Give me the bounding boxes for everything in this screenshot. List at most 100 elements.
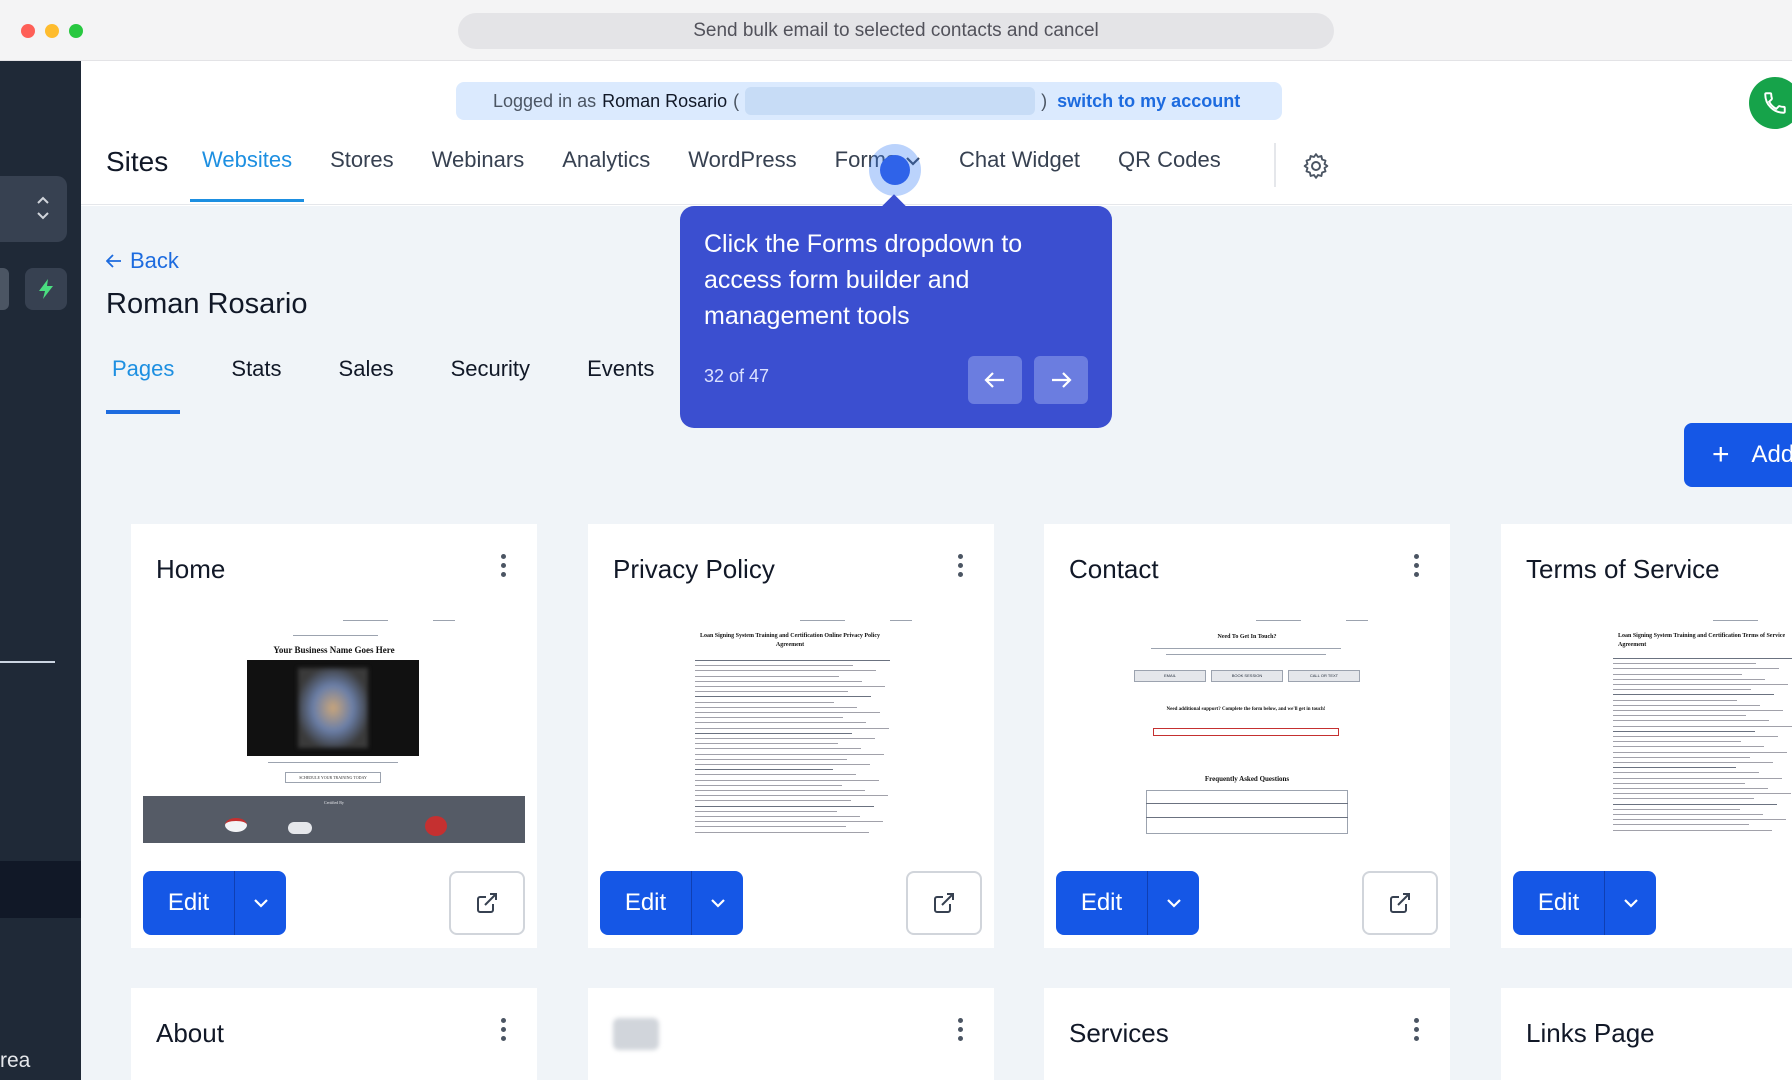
more-options-icon[interactable] — [501, 1018, 507, 1045]
edit-button[interactable]: Edit — [143, 871, 235, 935]
preview-text-line — [1613, 793, 1791, 795]
edit-button[interactable]: Edit — [1513, 871, 1605, 935]
next-step-button[interactable] — [1034, 356, 1088, 404]
impersonated-user-name: Roman Rosario — [602, 90, 728, 111]
close-window-button[interactable] — [21, 24, 35, 38]
preview-text-line — [1613, 710, 1783, 711]
open-external-button[interactable] — [449, 871, 525, 935]
tab-stats[interactable]: Stats — [225, 356, 287, 414]
preview-text-line — [1613, 814, 1763, 815]
sidebar-bottom-label: rea — [0, 1049, 31, 1072]
preview-text-line — [695, 805, 874, 807]
external-link-icon — [1390, 893, 1410, 913]
preview-text-line — [1613, 663, 1756, 665]
tab-sales[interactable]: Sales — [333, 356, 400, 414]
preview-footer: Certified By — [143, 796, 525, 843]
close-paren: ) — [1041, 90, 1048, 111]
edit-dropdown-button[interactable] — [1605, 871, 1656, 935]
arrow-right-icon — [1052, 372, 1072, 388]
switch-account-link[interactable]: switch to my account — [1057, 91, 1240, 112]
preview-text-line — [1613, 668, 1779, 670]
page-card-services: Services — [1044, 988, 1450, 1080]
quick-actions-button[interactable] — [25, 268, 67, 310]
previous-step-button[interactable] — [968, 356, 1022, 404]
browser-titlebar: Send bulk email to selected contacts and… — [0, 0, 1792, 61]
top-navigation: Websites Stores Webinars Analytics WordP… — [189, 147, 1259, 202]
preview-text-line — [695, 743, 838, 745]
maximize-window-button[interactable] — [69, 24, 83, 38]
chevron-down-icon — [1166, 899, 1181, 908]
preview-text-line — [695, 675, 839, 677]
preview-text-line — [695, 691, 848, 693]
page-preview[interactable]: Your Business Name Goes Here SCHEDULE YO… — [143, 610, 525, 843]
edit-button[interactable]: Edit — [1056, 871, 1148, 935]
open-external-button[interactable] — [1362, 871, 1438, 935]
card-title: Contact — [1069, 554, 1159, 584]
nav-webinars[interactable]: Webinars — [432, 147, 525, 202]
tab-pages[interactable]: Pages — [106, 356, 181, 414]
preview-text-line — [695, 680, 862, 682]
tooltip-step-counter: 32 of 47 — [704, 366, 770, 386]
page-preview[interactable]: Need To Get In Touch? EMAIL BOOK SESSION… — [1056, 610, 1438, 843]
page-card-terms-of-service: Terms of Service Loan Signing System Tra… — [1501, 524, 1792, 948]
chevron-down-icon — [1623, 899, 1638, 908]
preview-text-line — [695, 790, 865, 791]
chevron-down-icon — [253, 899, 268, 908]
preview-text-line — [1613, 798, 1754, 800]
nav-wordpress[interactable]: WordPress — [688, 147, 796, 202]
preview-text-line — [695, 701, 834, 703]
nav-stores[interactable]: Stores — [330, 147, 394, 202]
preview-text-line — [695, 665, 853, 667]
more-options-icon[interactable] — [501, 554, 507, 581]
gear-icon[interactable] — [1301, 151, 1331, 181]
preview-text-line — [1613, 772, 1759, 774]
preview-text-line — [695, 800, 851, 802]
open-external-button[interactable] — [906, 871, 982, 935]
nav-qr-codes[interactable]: QR Codes — [1118, 147, 1221, 202]
edit-dropdown-button[interactable] — [1148, 871, 1199, 935]
preview-text-line — [1613, 673, 1742, 675]
add-page-button[interactable]: + Add — [1684, 423, 1792, 487]
preview-heading: Your Business Name Goes Here — [273, 645, 395, 655]
preview-text-line — [695, 696, 871, 698]
impersonation-prefix: Logged in as — [493, 90, 597, 111]
more-options-icon[interactable] — [958, 554, 964, 581]
edit-dropdown-button[interactable] — [692, 871, 743, 935]
preview-text-line — [695, 826, 846, 828]
card-title-redacted — [613, 1018, 659, 1050]
more-options-icon[interactable] — [1414, 1018, 1420, 1045]
page-preview[interactable]: Loan Signing System Training and Certifi… — [1513, 610, 1792, 843]
preview-text-line — [695, 784, 842, 786]
page-preview[interactable]: Loan Signing System Training and Certifi… — [600, 610, 982, 843]
preview-text-line — [695, 748, 861, 750]
card-title: Links Page — [1526, 1018, 1655, 1048]
preview-text-line — [695, 758, 847, 760]
preview-text-line — [695, 810, 837, 812]
tab-security[interactable]: Security — [445, 356, 536, 414]
open-paren: ( — [733, 90, 740, 111]
subtabs: Pages Stats Sales Security Events S — [106, 356, 777, 414]
sidebar-item-active[interactable] — [0, 861, 81, 918]
preview-text-line — [695, 769, 833, 771]
nav-websites[interactable]: Websites — [189, 147, 305, 202]
sidebar-item[interactable] — [0, 268, 9, 310]
phone-button[interactable] — [1749, 77, 1792, 129]
more-options-icon[interactable] — [958, 1018, 964, 1045]
minimize-window-button[interactable] — [45, 24, 59, 38]
preview-text-line — [695, 722, 866, 724]
phone-icon — [1764, 92, 1786, 114]
preview-text-line — [1613, 694, 1774, 696]
card-title: About — [156, 1018, 224, 1048]
step-highlight-marker — [869, 144, 921, 196]
preview-text-line — [1613, 741, 1741, 743]
nav-analytics[interactable]: Analytics — [562, 147, 650, 202]
nav-chat-widget[interactable]: Chat Widget — [959, 147, 1080, 202]
tab-events[interactable]: Events — [581, 356, 660, 414]
more-options-icon[interactable] — [1414, 554, 1420, 581]
account-switcher[interactable] — [0, 176, 67, 242]
edit-dropdown-button[interactable] — [235, 871, 286, 935]
edit-button[interactable]: Edit — [600, 871, 692, 935]
preview-text-line — [1613, 824, 1749, 826]
back-link[interactable]: Back — [106, 248, 179, 274]
card-title: Privacy Policy — [613, 554, 775, 584]
